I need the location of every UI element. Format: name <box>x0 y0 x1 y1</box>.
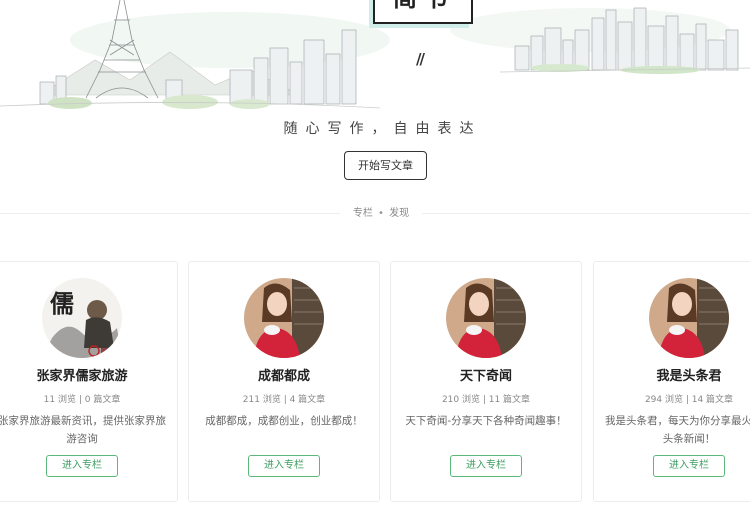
column-name[interactable]: 我是头条君 <box>594 365 750 384</box>
section-title-left: 专栏 <box>352 208 373 219</box>
column-description: 成都都成，成都创业，创业都成！ <box>205 415 363 427</box>
column-description: 天下奇闻-分享天下各种奇闻趣事！ <box>405 415 567 427</box>
column-avatar[interactable]: 儒 <box>42 278 122 358</box>
enter-column-button[interactable]: 进入专栏 <box>46 455 118 477</box>
svg-text:儒: 儒 <box>50 289 74 318</box>
column-card[interactable]: 成都都成 211 浏览 | 4 篇文章 成都都成，成都创业，创业都成！ 进入专栏 <box>188 261 380 502</box>
logo-text: 简书 <box>375 0 471 10</box>
section-title-dot: • <box>378 208 384 219</box>
column-stats: 294 浏览 | 14 篇文章 <box>644 395 734 405</box>
column-avatar[interactable] <box>446 278 526 358</box>
column-name[interactable]: 成都都成 <box>189 365 379 384</box>
section-title: 专栏 • 发现 <box>340 205 422 223</box>
column-stats: 210 浏览 | 11 篇文章 <box>441 395 531 405</box>
column-stats: 211 浏览 | 4 篇文章 <box>242 395 326 405</box>
woman-photo-icon <box>244 278 324 358</box>
column-stats: 11 浏览 | 0 篇文章 <box>43 395 121 405</box>
enter-column-button[interactable]: 进入专栏 <box>653 455 725 477</box>
hero-banner: 简书 // 随心写作，自由表达 开始写文章 <box>0 0 750 200</box>
hero-tagline: 随心写作，自由表达 <box>283 121 482 137</box>
site-logo[interactable]: 简书 <box>373 0 473 24</box>
column-description: 我是头条君，每天为你分享最火爆的头条新闻！ <box>605 415 750 445</box>
column-avatar[interactable] <box>244 278 324 358</box>
calligraphy-logo-icon: 儒 <box>42 278 122 358</box>
column-card[interactable]: 儒 张家界儒家旅游 11 浏览 | 0 篇文章 张家界旅游最新资讯，提供张家界旅… <box>0 261 178 502</box>
column-name[interactable]: 天下奇闻 <box>391 365 581 384</box>
column-avatar[interactable] <box>649 278 729 358</box>
column-name[interactable]: 张家界儒家旅游 <box>0 365 177 384</box>
column-card[interactable]: 天下奇闻 210 浏览 | 11 篇文章 天下奇闻-分享天下各种奇闻趣事！ 进入… <box>390 261 582 502</box>
woman-photo-icon <box>446 278 526 358</box>
enter-column-button[interactable]: 进入专栏 <box>450 455 522 477</box>
column-card[interactable]: 我是头条君 294 浏览 | 14 篇文章 我是头条君，每天为你分享最火爆的头条… <box>593 261 750 502</box>
enter-column-button[interactable]: 进入专栏 <box>248 455 320 477</box>
start-writing-button[interactable]: 开始写文章 <box>344 151 427 180</box>
woman-photo-icon <box>649 278 729 358</box>
section-title-right: 发现 <box>389 208 410 219</box>
logo-slashes: // <box>416 50 425 68</box>
column-description: 张家界旅游最新资讯，提供张家界旅游咨询 <box>0 415 166 445</box>
